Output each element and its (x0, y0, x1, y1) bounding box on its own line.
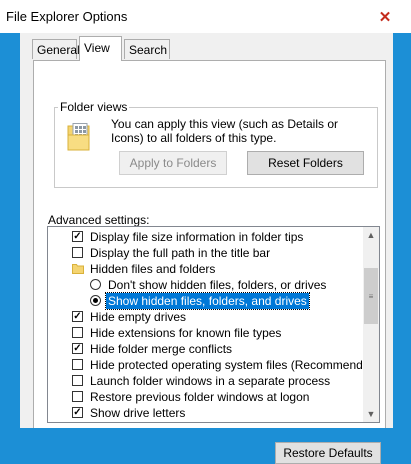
list-item-label: Hide folder merge conflicts (90, 342, 233, 356)
window-title: File Explorer Options (6, 9, 128, 24)
folder-view-icon (67, 123, 90, 151)
chevron-down-icon[interactable]: ▼ (363, 406, 379, 422)
tab-view[interactable]: View (79, 36, 122, 61)
list-item-label: Hide extensions for known file types (90, 326, 282, 340)
vertical-scrollbar[interactable]: ▲ ≡ ▼ (363, 227, 379, 422)
title-bar: File Explorer Options ✕ (0, 0, 411, 33)
list-item-label: Restore previous folder windows at logon (90, 390, 310, 404)
list-item-label: Display file size information in folder … (90, 230, 304, 244)
reset-folders-button[interactable]: Reset Folders (247, 151, 364, 175)
advanced-settings-list[interactable]: ✓ Display file size information in folde… (47, 226, 380, 423)
checkbox[interactable] (72, 327, 83, 338)
grip-icon: ≡ (368, 291, 374, 301)
folder-icon (72, 264, 84, 274)
list-item-label: Display the full path in the title bar (90, 246, 271, 260)
checkbox[interactable] (72, 391, 83, 402)
radio-button[interactable] (90, 279, 101, 290)
list-item-label: Hidden files and folders (90, 262, 216, 276)
folder-views-legend: Folder views (58, 100, 130, 114)
close-icon: ✕ (378, 9, 392, 26)
tab-search[interactable]: Search (124, 39, 170, 59)
checkbox[interactable]: ✓ (72, 231, 83, 242)
list-item-label: Hide empty drives (90, 310, 187, 324)
scrollbar-thumb[interactable]: ≡ (364, 268, 378, 324)
checkbox[interactable]: ✓ (72, 311, 83, 322)
checkbox[interactable] (72, 375, 83, 386)
dialog-body: General View Search Folder views You can… (20, 33, 393, 464)
radio-button[interactable] (90, 295, 101, 306)
list-item-label: Launch folder windows in a separate proc… (90, 374, 331, 388)
advanced-settings-label: Advanced settings: (48, 213, 150, 227)
checkbox[interactable]: ✓ (72, 407, 83, 418)
list-item-label: Show hidden files, folders, and drives (105, 292, 310, 310)
checkbox[interactable] (72, 359, 83, 370)
list-item-label: Show drive letters (90, 406, 186, 420)
checkbox[interactable]: ✓ (72, 343, 83, 354)
apply-to-folders-button[interactable]: Apply to Folders (119, 151, 227, 175)
close-button[interactable]: ✕ (374, 6, 396, 28)
tab-general[interactable]: General (32, 39, 80, 59)
checkbox[interactable] (72, 247, 83, 258)
list-item-label: Don't show hidden files, folders, or dri… (108, 278, 327, 292)
folder-views-description: You can apply this view (such as Details… (111, 117, 339, 145)
restore-defaults-button[interactable]: Restore Defaults (275, 442, 381, 464)
list-item-label: Hide protected operating system files (R… (90, 358, 380, 372)
chevron-up-icon[interactable]: ▲ (363, 227, 379, 243)
